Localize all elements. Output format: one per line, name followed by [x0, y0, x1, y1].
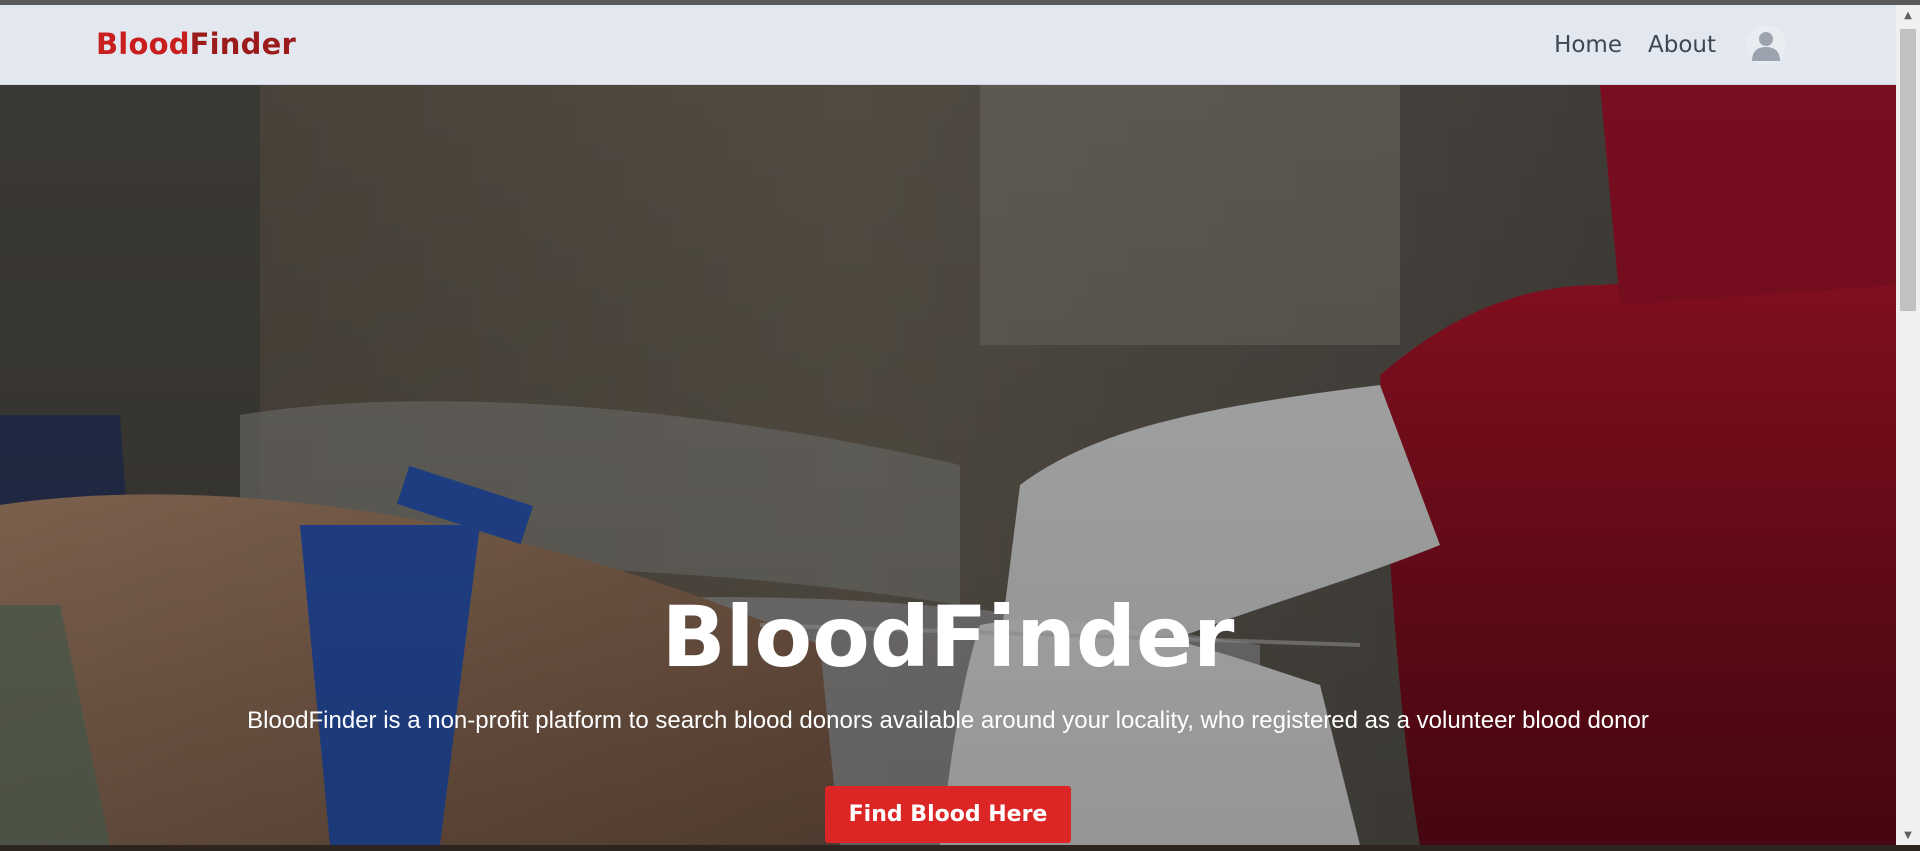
scrollbar-thumb[interactable] — [1900, 29, 1916, 311]
scroll-up-arrow-icon[interactable]: ▲ — [1896, 5, 1920, 25]
brand-logo-part1: Blood — [96, 27, 190, 61]
brand-logo[interactable]: BloodFinder — [96, 27, 296, 61]
user-avatar-icon — [1752, 32, 1780, 61]
hero-description: BloodFinder is a non-profit platform to … — [247, 707, 1649, 734]
find-blood-button[interactable]: Find Blood Here — [824, 785, 1072, 843]
nav-home-link[interactable]: Home — [1554, 32, 1622, 58]
nav-about-link[interactable]: About — [1648, 32, 1716, 58]
navbar: BloodFinder Home About — [0, 5, 1896, 85]
page-viewport: BloodFinder Home About BloodFinder Blood… — [0, 5, 1896, 845]
window-bottom-border — [0, 845, 1920, 851]
brand-logo-part2: Finder — [189, 27, 296, 61]
vertical-scrollbar[interactable]: ▲ ▼ — [1896, 5, 1920, 845]
scroll-down-arrow-icon[interactable]: ▼ — [1896, 825, 1920, 845]
nav-links: Home About — [1554, 5, 1786, 85]
hero-section: BloodFinder BloodFinder is a non-profit … — [0, 85, 1896, 845]
user-avatar-button[interactable] — [1746, 25, 1786, 65]
hero-title: BloodFinder — [661, 588, 1235, 686]
hero-content: BloodFinder BloodFinder is a non-profit … — [0, 595, 1896, 843]
